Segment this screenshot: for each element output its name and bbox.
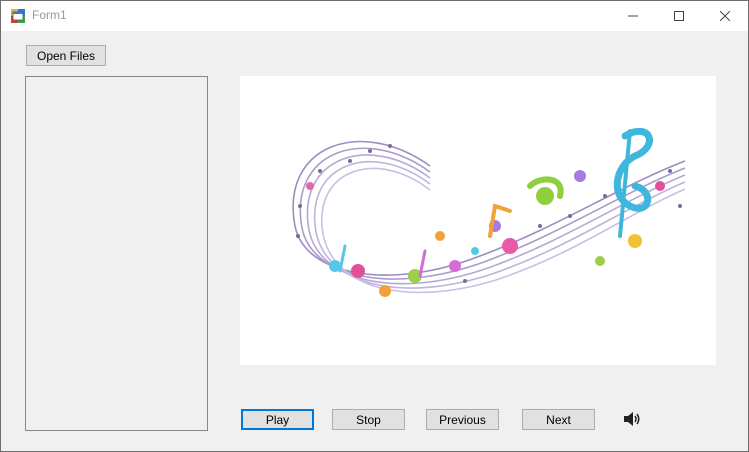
window-title: Form1 bbox=[32, 8, 67, 22]
stop-button[interactable]: Stop bbox=[332, 409, 405, 430]
close-icon bbox=[720, 11, 730, 21]
title-bar[interactable]: Form1 bbox=[1, 1, 748, 31]
play-button[interactable]: Play bbox=[241, 409, 314, 430]
maximize-icon bbox=[674, 11, 684, 21]
next-button[interactable]: Next bbox=[522, 409, 595, 430]
minimize-icon bbox=[628, 15, 638, 17]
open-files-button[interactable]: Open Files bbox=[26, 45, 106, 66]
app-icon bbox=[11, 9, 25, 23]
main-window: Form1 Open Files Play Stop Previous Next bbox=[0, 0, 749, 452]
playlist-listbox[interactable] bbox=[25, 76, 208, 431]
close-button[interactable] bbox=[702, 1, 748, 31]
form-client-area: Open Files Play Stop Previous Next bbox=[1, 31, 748, 451]
minimize-button[interactable] bbox=[610, 1, 656, 31]
artwork-picturebox bbox=[240, 76, 716, 365]
music-notes-swirl-image bbox=[292, 127, 686, 297]
speaker-icon[interactable] bbox=[623, 410, 641, 428]
previous-button[interactable]: Previous bbox=[426, 409, 499, 430]
maximize-button[interactable] bbox=[656, 1, 702, 31]
